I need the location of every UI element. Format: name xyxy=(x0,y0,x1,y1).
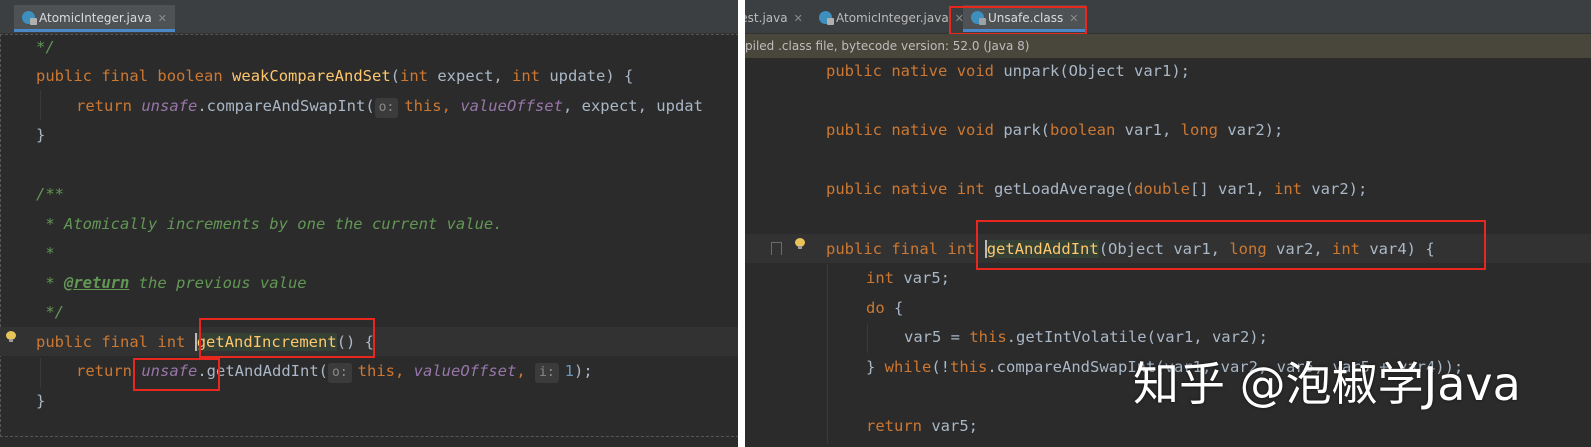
code-line: * xyxy=(36,244,55,262)
code-line: public native int getLoadAverage(double[… xyxy=(826,180,1368,198)
code-line: /** xyxy=(36,185,64,203)
highlight-box-getandincrement xyxy=(199,318,375,358)
parameter-hint: o: xyxy=(374,98,399,118)
parameter-hint: i: xyxy=(535,363,559,383)
parameter-hint: o: xyxy=(328,363,352,383)
code-line: public final boolean weakCompareAndSet(i… xyxy=(36,67,634,85)
indent-guide xyxy=(867,323,868,353)
code-line: */ xyxy=(36,303,64,321)
code-line: return var5; xyxy=(866,417,978,435)
code-line: int var5; xyxy=(866,269,950,287)
code-line: } xyxy=(36,392,46,410)
pane-divider xyxy=(738,0,745,447)
code-line: */ xyxy=(36,38,55,56)
left-editor-pane: AtomicInteger.java ✕ */ public final bool… xyxy=(0,0,745,447)
right-editor-pane: Test.java✕ AtomicInteger.java✕ Unsafe.cl… xyxy=(745,0,1591,447)
highlight-box-unsafe xyxy=(133,358,220,391)
indent-guide xyxy=(827,264,828,444)
highlight-box-getandaddint xyxy=(976,220,1486,270)
code-line: public native void unpark(Object var1); xyxy=(826,62,1190,80)
code-line: * Atomically increments by one the curre… xyxy=(36,215,503,233)
code-line: public native void park(boolean var1, lo… xyxy=(826,121,1284,139)
code-line: * @return the previous value xyxy=(36,274,307,292)
code-line: } xyxy=(36,126,46,144)
code-line: do { xyxy=(866,299,904,317)
zhihu-watermark: 知乎 @泡椒学Java xyxy=(1133,357,1521,411)
code-line: return unsafe.compareAndSwapInt(o: this, … xyxy=(76,92,703,121)
